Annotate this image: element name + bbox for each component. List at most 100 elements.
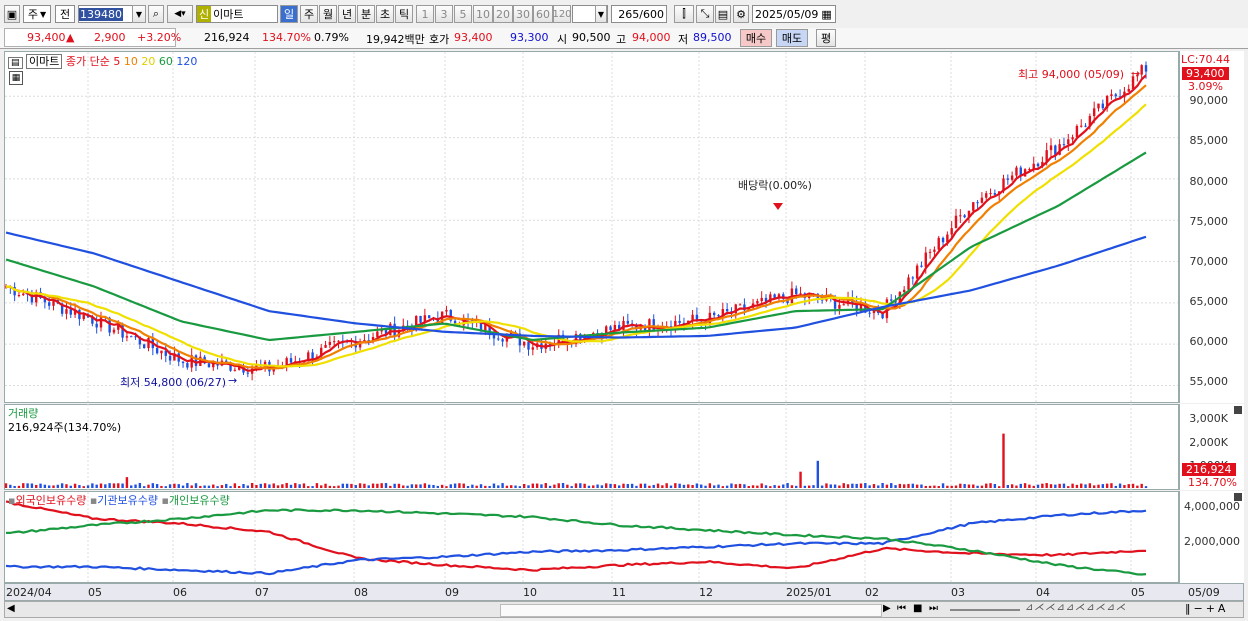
volume-bar bbox=[488, 485, 491, 488]
volume-bar bbox=[56, 484, 60, 488]
volume-bar bbox=[237, 486, 241, 488]
rewind-icon[interactable]: ⏮ bbox=[897, 603, 906, 614]
volume-bar bbox=[864, 483, 867, 488]
volume-bar bbox=[225, 483, 228, 488]
x-tick: 07 bbox=[255, 586, 269, 599]
scroll-thumb[interactable] bbox=[500, 604, 882, 617]
candle-body bbox=[1071, 137, 1074, 140]
candle-body bbox=[155, 348, 159, 354]
volume-bar bbox=[168, 484, 172, 488]
volume-current-tag: 216,924 bbox=[1182, 463, 1236, 476]
volume-bar bbox=[855, 483, 858, 488]
volume-bar bbox=[22, 483, 25, 488]
volume-bar bbox=[656, 483, 660, 488]
candle-body bbox=[332, 341, 336, 343]
volume-bar bbox=[332, 486, 336, 488]
scroll-right-icon[interactable]: ▶ bbox=[883, 603, 891, 614]
candle-body bbox=[207, 363, 211, 368]
drawing-tools-icon[interactable]: ⊿⋌⋌⊿⊿⋌⊿⋌⊿⋌ bbox=[1025, 602, 1127, 613]
x-tick: 05 bbox=[1131, 586, 1145, 599]
volume-bar bbox=[505, 485, 509, 488]
holdings-y-tick: 4,000,000 bbox=[1184, 500, 1240, 513]
volume-bar bbox=[397, 483, 401, 488]
volume-bar bbox=[928, 485, 932, 488]
ma-label-120: 120 bbox=[176, 55, 198, 68]
high-annotation: 최고 94,000 (05/09) bbox=[1018, 68, 1125, 81]
volume-bar bbox=[535, 483, 539, 488]
legend-institution: 기관보유수량 bbox=[97, 494, 159, 507]
volume-bar bbox=[613, 484, 617, 488]
chart-type-icon[interactable]: ▤ bbox=[8, 57, 23, 69]
volume-bar bbox=[1067, 486, 1070, 488]
volume-bar bbox=[760, 483, 763, 488]
volume-bar bbox=[26, 483, 29, 488]
grid-icon[interactable]: ▦ bbox=[9, 71, 23, 85]
volume-bar bbox=[911, 483, 915, 488]
volume-bar bbox=[1049, 484, 1053, 488]
volume-bar bbox=[1105, 483, 1109, 488]
volume-bar bbox=[263, 483, 267, 488]
volume-bar bbox=[799, 471, 802, 488]
ma-label-10: 10 bbox=[123, 55, 138, 68]
candle-body bbox=[328, 341, 332, 346]
candle-body bbox=[868, 312, 871, 314]
volume-bar bbox=[108, 483, 111, 488]
volume-bar bbox=[289, 484, 293, 488]
volume-bar bbox=[829, 484, 832, 488]
volume-bar bbox=[432, 484, 435, 488]
scroll-left-icon[interactable]: ◀ bbox=[7, 603, 15, 614]
candle-body bbox=[950, 228, 953, 235]
volume-bar bbox=[665, 483, 668, 488]
volume-bar bbox=[242, 484, 245, 488]
volume-bar bbox=[915, 484, 919, 488]
panel-close-icon[interactable] bbox=[1234, 406, 1242, 414]
candle-body bbox=[738, 304, 742, 306]
volume-bar bbox=[518, 486, 522, 488]
x-tick: 06 bbox=[173, 586, 187, 599]
volume-bar bbox=[717, 484, 720, 488]
stop-icon[interactable]: ■ bbox=[913, 603, 922, 614]
volume-bar bbox=[630, 483, 634, 488]
volume-bar bbox=[738, 483, 742, 488]
candle-body bbox=[1127, 88, 1130, 92]
fast-forward-icon[interactable]: ⏭ bbox=[929, 603, 938, 614]
volume-bar bbox=[993, 484, 997, 488]
zoom-slider[interactable] bbox=[950, 609, 1020, 611]
volume-bar bbox=[406, 485, 409, 488]
volume-bar bbox=[976, 485, 979, 488]
volume-bar bbox=[950, 485, 953, 488]
volume-bar bbox=[453, 483, 457, 488]
volume-bar bbox=[838, 485, 841, 488]
volume-bar bbox=[1028, 484, 1031, 488]
volume-bar bbox=[980, 485, 984, 488]
zoom-controls-icon[interactable]: ‖−+A bbox=[1185, 602, 1228, 615]
volume-bar bbox=[1075, 484, 1079, 488]
volume-bar bbox=[786, 483, 789, 488]
volume-bar bbox=[1123, 485, 1126, 488]
dividend-marker-icon bbox=[773, 203, 783, 210]
candle-body bbox=[246, 372, 250, 374]
chart-scrollbar[interactable]: ◀ ▶ ⏮ ■ ⏭ ⊿⋌⋌⊿⊿⋌⊿⋌⊿⋌ ‖−+A bbox=[4, 601, 1244, 618]
volume-bar bbox=[734, 484, 737, 488]
volume-bar bbox=[859, 483, 863, 488]
volume-bar bbox=[574, 483, 578, 488]
volume-bar bbox=[872, 484, 876, 488]
volume-bar bbox=[622, 483, 625, 488]
volume-bar bbox=[138, 482, 142, 488]
volume-bar bbox=[695, 483, 699, 488]
candle-body bbox=[989, 193, 992, 195]
volume-bar bbox=[1041, 483, 1044, 488]
candle-body bbox=[795, 288, 798, 294]
candle-body bbox=[959, 215, 962, 217]
volume-bar bbox=[596, 484, 599, 488]
holdings-line-2 bbox=[6, 508, 1147, 576]
volume-bar bbox=[1010, 484, 1014, 488]
volume-bar bbox=[121, 483, 124, 488]
candle-body bbox=[194, 355, 198, 366]
volume-bar bbox=[557, 483, 560, 488]
volume-bar bbox=[350, 483, 353, 488]
candle-body bbox=[980, 197, 984, 203]
volume-bar bbox=[648, 485, 651, 488]
volume-bar bbox=[743, 484, 746, 488]
holdings-y-tick: 2,000,000 bbox=[1184, 535, 1240, 548]
